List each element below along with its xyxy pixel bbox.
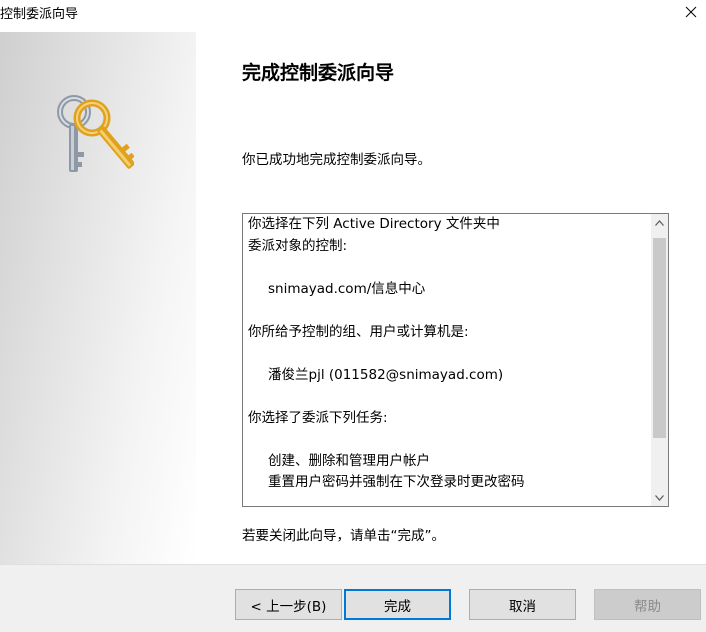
cancel-button[interactable]: 取消 [469, 589, 576, 620]
summary-content: 你选择在下列 Active Directory 文件夹中 委派对象的控制: sn… [248, 214, 643, 494]
window-title: 控制委派向导 [0, 7, 79, 22]
summary-principal: 潘俊兰pjl (011582@snimayad.com) [268, 366, 504, 383]
summary-task: 重置用户密码并强制在下次登录时更改密码 [268, 474, 525, 490]
closing-instruction: 若要关闭此向导，请单击“完成”。 [242, 528, 445, 544]
summary-principals-label: 你所给予控制的组、用户或计算机是: [248, 323, 469, 340]
wizard-side-panel [0, 32, 196, 564]
help-button[interactable]: 帮助 [594, 589, 701, 620]
keys-icon [57, 95, 134, 172]
chevron-up-icon [655, 219, 664, 226]
intro-text: 你已成功地完成控制委派向导。 [242, 152, 431, 168]
close-button[interactable] [676, 0, 706, 24]
scroll-thumb[interactable] [653, 238, 666, 438]
summary-line: 你选择在下列 Active Directory 文件夹中 [248, 216, 500, 232]
scroll-down-button[interactable] [651, 489, 668, 506]
close-icon [685, 6, 697, 18]
title-bar: 控制委派向导 [0, 0, 706, 24]
summary-line: 委派对象的控制: [248, 237, 348, 254]
back-button[interactable]: < 上一步(B) [235, 589, 342, 620]
chevron-down-icon [655, 494, 664, 501]
summary-tasks-label: 你选择了委派下列任务: [248, 409, 388, 426]
summary-folder: snimayad.com/信息中心 [268, 280, 426, 297]
button-bar: < 上一步(B) 完成 取消 帮助 [0, 565, 706, 632]
finish-button[interactable]: 完成 [344, 589, 451, 620]
summary-textbox[interactable]: 你选择在下列 Active Directory 文件夹中 委派对象的控制: sn… [242, 213, 669, 507]
vertical-scrollbar[interactable] [651, 214, 668, 506]
summary-task: 创建、删除和管理用户帐户 [268, 452, 430, 469]
page-title: 完成控制委派向导 [242, 62, 395, 84]
scroll-up-button[interactable] [651, 214, 668, 231]
wizard-content: 完成控制委派向导 你已成功地完成控制委派向导。 你选择在下列 Active Di… [196, 24, 706, 564]
